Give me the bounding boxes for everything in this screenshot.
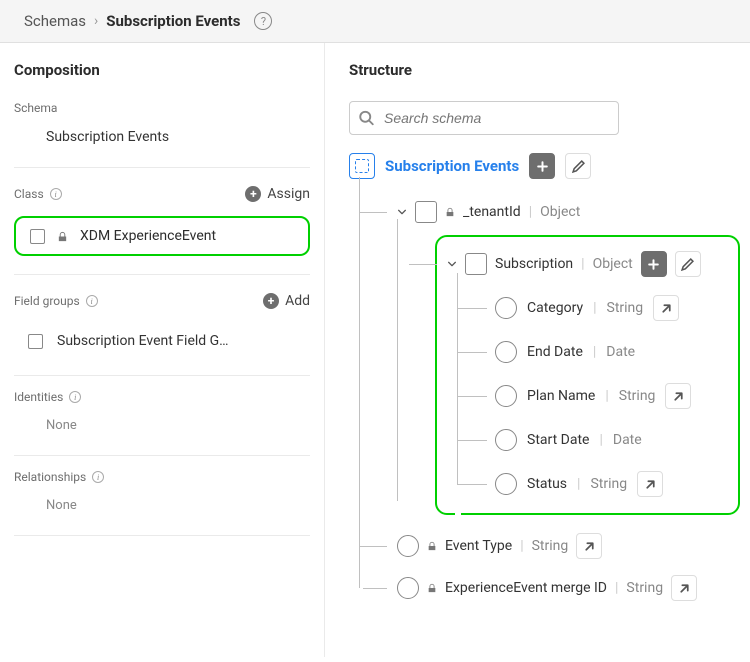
schema-section-label: Schema — [14, 101, 310, 115]
tree-node-category[interactable]: Category | String — [495, 285, 728, 331]
info-icon[interactable]: i — [86, 295, 98, 307]
search-box — [349, 101, 619, 135]
node-object-icon — [465, 253, 487, 275]
checkbox[interactable] — [30, 229, 45, 244]
add-field-button[interactable] — [529, 153, 555, 179]
tree-node-status[interactable]: Status | String — [495, 461, 728, 507]
lock-icon — [57, 231, 68, 242]
field-group-item[interactable]: Subscription Event Field G… — [14, 321, 310, 361]
info-icon[interactable]: i — [69, 391, 81, 403]
plus-icon: + — [245, 186, 261, 202]
node-field-icon — [495, 385, 517, 407]
node-field-icon — [495, 297, 517, 319]
link-out-icon[interactable] — [671, 575, 697, 601]
add-field-button[interactable] — [641, 251, 667, 277]
search-input[interactable] — [349, 101, 619, 135]
class-item-xdm-experienceevent[interactable]: XDM ExperienceEvent — [14, 216, 310, 256]
edit-button[interactable] — [565, 153, 591, 179]
lock-icon — [427, 583, 437, 593]
structure-title: Structure — [349, 61, 740, 79]
tree-node-event-type[interactable]: Event Type | String — [397, 525, 740, 567]
tree-node-merge-id[interactable]: ExperienceEvent merge ID | String — [397, 567, 740, 609]
add-field-group-button[interactable]: + Add — [263, 293, 310, 309]
link-out-icon[interactable] — [653, 295, 679, 321]
field-groups-section-label: Field groups i — [14, 294, 98, 308]
breadcrumb-root[interactable]: Schemas — [24, 12, 86, 30]
link-out-icon[interactable] — [637, 471, 663, 497]
tree-branch-root: _tenantId | Object Subscription | Object — [359, 193, 740, 609]
link-out-icon[interactable] — [576, 533, 602, 559]
tree-node-tenantid[interactable]: _tenantId | Object — [397, 193, 740, 231]
node-field-icon — [495, 473, 517, 495]
chevron-right-icon: › — [94, 13, 98, 29]
tree-node-end-date[interactable]: End Date | Date — [495, 331, 728, 373]
link-out-icon[interactable] — [665, 383, 691, 409]
search-icon — [359, 111, 374, 126]
assign-class-button[interactable]: + Assign — [245, 186, 310, 202]
lock-icon — [445, 207, 455, 217]
node-field-icon — [495, 341, 517, 363]
chevron-down-icon[interactable] — [447, 259, 457, 269]
info-icon[interactable]: i — [50, 188, 62, 200]
tree-root-toggle[interactable] — [349, 153, 375, 179]
schema-tree: Subscription Events _tenantId | Object — [349, 153, 740, 609]
help-icon[interactable]: ? — [254, 12, 272, 30]
subscription-fields: Category | String End Date | Date — [447, 285, 728, 507]
node-field-icon — [495, 429, 517, 451]
composition-panel: Composition Schema Subscription Events C… — [0, 43, 325, 657]
plus-icon: + — [263, 293, 279, 309]
structure-panel: Structure Subscription Events _tenantId — [325, 43, 750, 657]
checkbox[interactable] — [28, 334, 43, 349]
class-section-label: Class i — [14, 187, 62, 201]
info-icon[interactable]: i — [92, 471, 104, 483]
subscription-highlight: Subscription | Object Category — [435, 235, 740, 515]
class-name: XDM ExperienceEvent — [80, 228, 216, 244]
tree-root-label[interactable]: Subscription Events — [385, 157, 519, 175]
node-field-icon — [397, 577, 419, 599]
field-group-name: Subscription Event Field G… — [57, 333, 229, 349]
breadcrumb-current: Subscription Events — [106, 12, 240, 30]
composition-title: Composition — [14, 61, 310, 79]
edit-button[interactable] — [675, 251, 701, 277]
schema-name[interactable]: Subscription Events — [14, 115, 310, 159]
identities-section-label: Identities i — [14, 390, 310, 404]
tree-node-start-date[interactable]: Start Date | Date — [495, 419, 728, 461]
node-field-icon — [397, 535, 419, 557]
tree-node-plan-name[interactable]: Plan Name | String — [495, 373, 728, 419]
breadcrumb: Schemas › Subscription Events ? — [0, 0, 750, 43]
relationships-none: None — [14, 484, 310, 527]
node-object-icon — [415, 201, 437, 223]
relationships-section-label: Relationships i — [14, 470, 310, 484]
identities-none: None — [14, 404, 310, 447]
chevron-down-icon[interactable] — [397, 207, 407, 217]
lock-icon — [427, 541, 437, 551]
tree-node-subscription[interactable]: Subscription | Object — [447, 245, 728, 283]
